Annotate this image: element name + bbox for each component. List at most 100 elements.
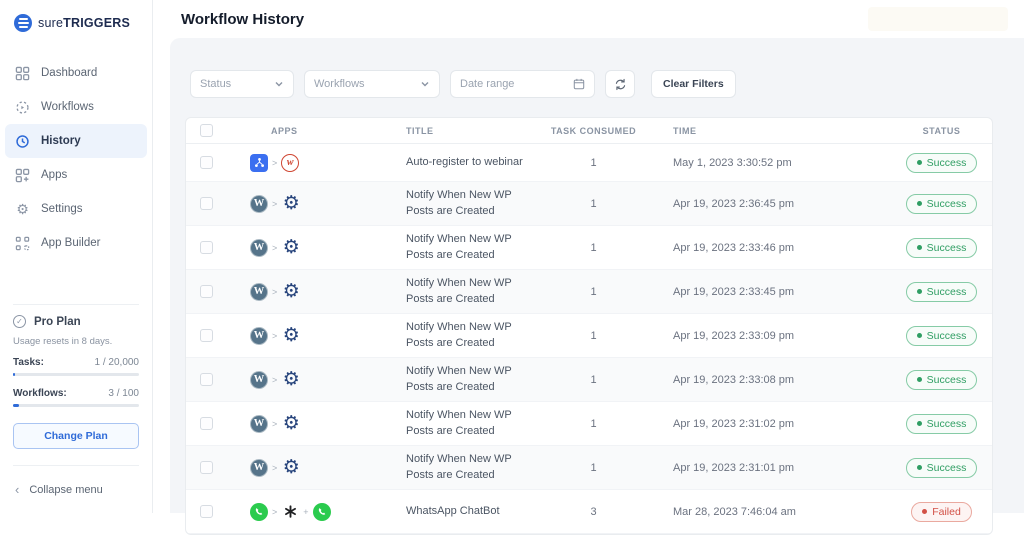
tasks-progressbar [13,373,139,376]
history-icon [16,134,29,148]
status-cell: Success [891,369,992,390]
table-row[interactable]: W > ⚙ Notify When New WP Posts are Created 1… [186,270,992,314]
execution-time: Apr 19, 2023 2:31:01 pm [673,461,795,474]
table-row[interactable]: W > ⚙ Notify When New WP Posts are Created 1… [186,182,992,226]
execution-time: May 1, 2023 3:30:52 pm [673,156,792,169]
row-checkbox[interactable] [199,241,213,254]
status-dot-icon [916,201,922,207]
chevron-left-icon: ‹ [15,482,20,497]
workflows-value: 3 / 100 [108,388,139,399]
wordpress-app-icon: W [250,370,268,389]
workflow-title: Notify When New WP Posts are Created [406,188,512,217]
status-badge: Failed [911,501,972,522]
webinarjam-app-icon: w [281,153,300,172]
select-all-checkbox[interactable] [199,124,213,137]
table-row[interactable]: > w Auto-register to webinar 1 May 1, 2023 3… [186,144,992,182]
date-range-input[interactable]: Date range [450,70,595,98]
sidebar-item-dashboard[interactable]: Dashboard [5,56,147,90]
execution-time: Apr 19, 2023 2:31:02 pm [673,417,795,430]
apps-cell: > w [226,153,386,172]
sidebar-item-settings[interactable]: ⚙ Settings [5,192,147,226]
status-cell: Success [891,237,992,258]
refresh-button[interactable] [605,70,635,98]
status-badge: Success [905,193,978,214]
brand-logo[interactable]: sureTRIGGERS [0,0,152,42]
divider [13,304,139,305]
status-cell: Success [891,193,992,214]
webhook-gear-app-icon: ⚙ [282,369,300,390]
app-separator: > [272,242,278,253]
sidebar-item-label: Workflows [41,101,94,113]
table-row[interactable]: W > ⚙ Notify When New WP Posts are Created 1… [186,314,992,358]
workflow-title: Notify When New WP Posts are Created [406,232,512,261]
table-row[interactable]: W > ⚙ Notify When New WP Posts are Created 1… [186,446,992,490]
wordpress-app-icon: W [250,238,268,257]
task-consumed: 1 [590,373,597,386]
table-header-row: APPS TITLE TASK CONSUMED TIME STATUS [186,118,992,144]
row-checkbox[interactable] [199,156,213,169]
app-separator: > [272,330,278,341]
app-separator: > [272,462,278,473]
workflow-title: Notify When New WP Posts are Created [406,276,512,305]
wordpress-app-icon: W [250,194,268,213]
status-cell: Success [891,152,992,173]
apps-cell: W > ⚙ [226,326,386,345]
execution-time: Mar 28, 2023 7:46:04 am [673,505,796,518]
row-checkbox[interactable] [199,505,213,518]
task-consumed: 1 [590,417,597,430]
row-checkbox[interactable] [199,329,213,342]
workflow-title: Notify When New WP Posts are Created [406,408,512,437]
app-separator: > [272,374,278,385]
status-badge: Success [905,281,978,302]
status-dot-icon [916,245,922,251]
status-cell: Success [891,457,992,478]
plan-check-icon: ✓ [13,315,26,328]
column-header-apps: APPS [271,125,298,136]
webhook-gear-app-icon: ⚙ [282,193,300,214]
table-row[interactable]: > + WhatsApp ChatBot 3 Mar 28, 2023 7:46:04 … [186,490,992,534]
dashboard-icon [15,66,30,80]
collapse-menu-button[interactable]: ‹ Collapse menu [13,476,139,503]
workflows-filter-select[interactable]: Workflows [304,70,440,98]
masked-region [868,7,1008,31]
webhook-gear-app-icon: ⚙ [282,237,300,258]
status-cell: Success [891,281,992,302]
apps-cell: W > ⚙ [226,282,386,301]
clear-filters-button[interactable]: Clear Filters [651,70,736,98]
workflow-title: Notify When New WP Posts are Created [406,452,512,481]
app-separator: > [272,418,278,429]
row-checkbox[interactable] [199,285,213,298]
status-cell: Success [891,413,992,434]
sidebar-item-workflows[interactable]: Workflows [5,90,147,124]
sidebar-item-apps[interactable]: Apps [5,158,147,192]
usage-note: Usage resets in 8 days. [13,336,113,347]
sidebar-item-app-builder[interactable]: App Builder [5,226,147,260]
status-dot-icon [916,377,922,383]
wordpress-app-icon: W [250,458,268,477]
execution-time: Apr 19, 2023 2:33:09 pm [673,329,795,342]
task-consumed: 1 [590,156,597,169]
workflow-title: Auto-register to webinar [406,155,523,168]
sidebar-item-history[interactable]: History [5,124,147,158]
content-panel: Status Workflows Date range Clear Filter… [170,38,1024,535]
row-checkbox[interactable] [199,197,213,210]
workflows-meter-labels: Workflows: 3 / 100 [13,388,139,399]
change-plan-button[interactable]: Change Plan [13,423,139,449]
apps-cell: W > ⚙ [226,369,386,390]
row-checkbox[interactable] [199,461,213,474]
row-checkbox[interactable] [199,417,213,430]
apps-icon [15,168,30,182]
row-checkbox[interactable] [199,373,213,386]
status-badge: Success [905,457,978,478]
sidebar-item-label: History [41,135,81,147]
chevron-down-icon [275,82,283,87]
table-row[interactable]: W > ⚙ Notify When New WP Posts are Created 1… [186,358,992,402]
suretriggers-logo-icon [14,14,32,32]
status-filter-select[interactable]: Status [190,70,294,98]
app-separator: > [272,286,278,297]
sidebar-plan-section: ✓ Pro Plan Usage resets in 8 days. Tasks… [0,294,152,513]
apps-cell: W > ⚙ [226,458,386,477]
table-row[interactable]: W > ⚙ Notify When New WP Posts are Created 1… [186,226,992,270]
wordpress-app-icon: W [250,326,268,345]
table-row[interactable]: W > ⚙ Notify When New WP Posts are Created 1… [186,402,992,446]
